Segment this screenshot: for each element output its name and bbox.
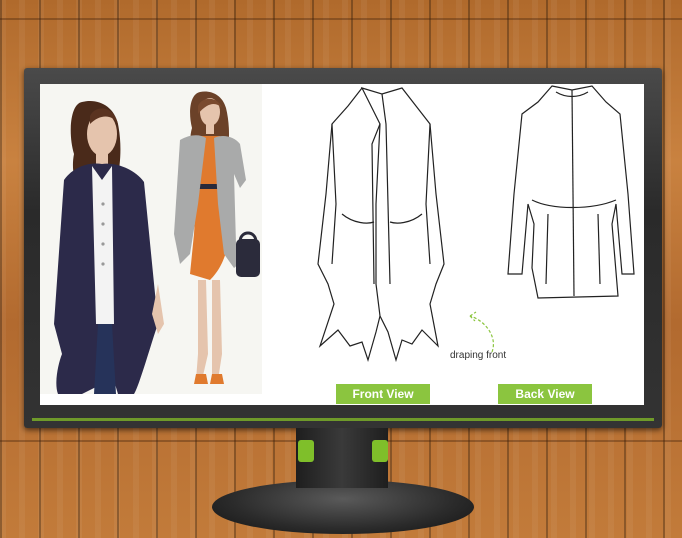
wood-seam — [0, 18, 682, 20]
model-grey-cardigan — [174, 91, 260, 384]
monitor: Front View Back View draping front — [24, 68, 662, 428]
back-view-drawing — [507, 85, 635, 299]
draping-front-arrow — [469, 311, 494, 353]
stand-clip-icon — [298, 440, 314, 462]
model-illustrations — [54, 91, 260, 394]
front-view-drawing — [317, 87, 445, 363]
draping-front-label: draping front — [450, 350, 507, 361]
model-navy-cardigan — [54, 100, 164, 394]
back-view-button[interactable]: Back View — [498, 384, 592, 404]
stand-clip-icon — [372, 440, 388, 462]
front-view-button[interactable]: Front View — [336, 384, 430, 404]
monitor-accent-strip — [32, 418, 654, 421]
monitor-stand-base — [212, 480, 474, 534]
monitor-screen: Front View Back View draping front — [40, 84, 644, 405]
model-illustration-panel — [40, 84, 262, 394]
